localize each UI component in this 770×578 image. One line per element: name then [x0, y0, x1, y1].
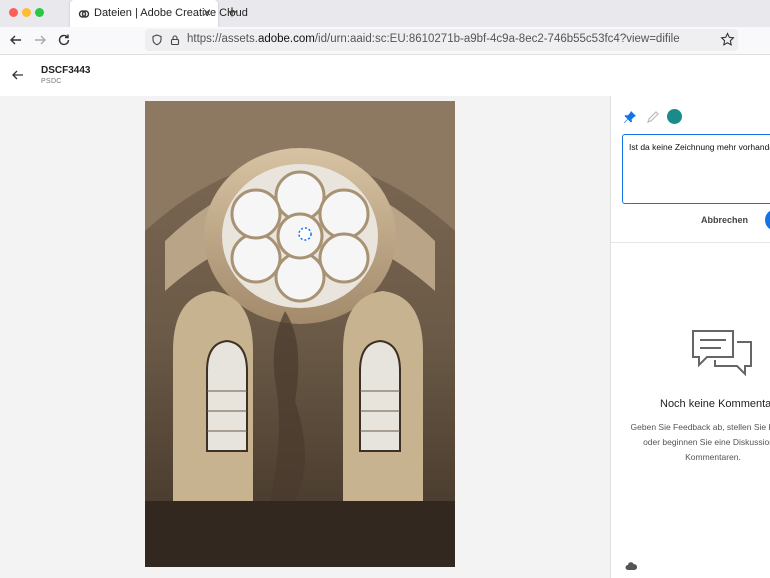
pencil-icon[interactable]: [646, 110, 660, 124]
empty-description: Geben Sie Feedback ab, stellen Sie Frage…: [630, 422, 770, 462]
url-text: https://assets.adobe.com/id/urn:aaid:sc:…: [187, 33, 680, 45]
browser-tab[interactable]: Dateien | Adobe Creative Cloud ×: [70, 0, 248, 27]
app-header: DSCF3443 PSDC: [0, 55, 770, 97]
cloud-icon: [625, 562, 637, 570]
creative-cloud-icon: [78, 10, 90, 18]
pin-icon[interactable]: [623, 110, 637, 124]
comments-icon: [692, 330, 752, 377]
browser-tab-bar: Dateien | Adobe Creative Cloud × +: [0, 0, 770, 27]
close-tab-icon[interactable]: ×: [200, 5, 214, 19]
comments-panel: Ist da keine Zeichnung mehr vorhanden Ab…: [610, 96, 770, 578]
file-name: DSCF3443: [41, 65, 91, 76]
back-arrow-icon[interactable]: [8, 32, 24, 48]
minimize-window-button[interactable]: [22, 8, 31, 17]
shield-icon[interactable]: [151, 34, 163, 46]
navigation-bar: https://assets.adobe.com/id/urn:aaid:sc:…: [0, 27, 770, 55]
image-canvas: [0, 96, 610, 578]
pin-marker[interactable]: [298, 227, 312, 241]
new-tab-button[interactable]: +: [224, 3, 240, 21]
back-arrow-icon[interactable]: [11, 68, 25, 82]
comment-input[interactable]: Ist da keine Zeichnung mehr vorhanden: [622, 134, 770, 204]
church-window-photo[interactable]: [145, 101, 455, 567]
forward-arrow-icon[interactable]: [32, 32, 48, 48]
post-button[interactable]: [765, 209, 770, 231]
comment-text: Ist da keine Zeichnung mehr vorhanden: [629, 142, 770, 152]
close-window-button[interactable]: [9, 8, 18, 17]
lock-icon[interactable]: [169, 34, 181, 46]
zoom-window-button[interactable]: [35, 8, 44, 17]
bookmark-star-icon[interactable]: [720, 32, 735, 47]
file-type: PSDC: [41, 78, 62, 85]
cancel-button[interactable]: Abbrechen: [701, 215, 748, 225]
divider: [611, 242, 770, 243]
url-bar[interactable]: https://assets.adobe.com/id/urn:aaid:sc:…: [145, 29, 738, 51]
reload-icon[interactable]: [56, 32, 72, 48]
color-swatch[interactable]: [667, 109, 682, 124]
empty-title: Noch keine Kommentare: [660, 398, 770, 410]
